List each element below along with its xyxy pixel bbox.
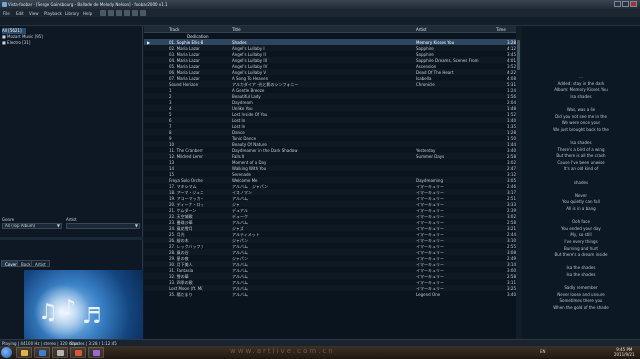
status-bar: Playing | 44100 Hz | stereo | 320 kbps S… [0,339,640,346]
cell-title: アルバム [232,292,248,297]
genre-select[interactable]: All (Top Album) ▼ [2,223,62,229]
lyrics-panel: ... Added: stay in the dark Album: Memory … [522,26,640,339]
tray-language[interactable]: EN [540,349,546,354]
lyric-line: There's a bird of a wing [557,146,605,152]
playlist-view: Track Title Artist Time Dedication ▶ 01. … [144,26,521,339]
lyric-line: Did you not see me in the [555,113,607,119]
watermark: www.artlive.com.cn [230,347,335,355]
lyric-line: All is in a bang [566,206,596,211]
taskbar-app-media[interactable] [70,347,86,358]
lyric-line: shades [573,179,589,185]
lyric-line: ... [579,74,583,79]
lyric-line: We just brought back to the [553,126,609,132]
column-time[interactable]: Time [496,27,506,32]
tab-artist[interactable]: Artist [31,260,50,267]
lyric-line: Never loose and unsure [557,291,605,297]
artist-label: Artist [66,217,77,222]
lyric-line: Added: stay in the dark [557,80,605,86]
chevron-down-icon: ▼ [56,223,60,228]
filter-panel: Genre Artist All (Top Album) ▼ ▼ [0,215,143,237]
lyric-line: Sometimes there you [559,298,603,304]
lyric-line: Ooh face [572,219,590,225]
lyric-line: You quietly can fall [562,199,600,205]
lyric-line: Burning and hurt [564,245,598,251]
lyric-line: Isa shades [570,93,592,99]
menu-help[interactable]: Help [83,11,92,16]
playlist-scrollbar[interactable] [516,26,521,339]
cell-artist: Legend One [416,292,441,297]
chevron-down-icon: ▼ [134,223,138,228]
start-button[interactable] [1,347,12,358]
lyric-line: Sadly remember [564,285,598,291]
menu-view[interactable]: View [29,11,39,16]
next-icon[interactable] [132,10,138,16]
minimize-button[interactable] [614,1,621,7]
lyric-line: Was, was a lie [566,107,596,112]
column-track[interactable]: Track [169,27,179,32]
taskbar-app-browser[interactable] [34,347,50,358]
column-title[interactable]: Title [232,27,241,32]
lyric-line: Isa the shades [566,265,596,271]
lyric-line: My, so still [570,232,592,238]
library-tree: All [5621] ■ Mozart Music [95] ■ Electro… [0,26,143,214]
lyric-line: You ended your day [561,225,601,231]
lyric-line: Album: Memory Kisses You [554,87,608,93]
library-item[interactable]: ■ Electro [31] [2,40,30,46]
lyric-line: But there is all the crash [556,153,606,159]
menu-library[interactable]: Library [65,11,79,16]
lyric-line: Isa shades [570,140,592,145]
cell-time: 3:40 [507,292,516,297]
previous-icon[interactable] [124,10,130,16]
menu-playback[interactable]: Playback [44,11,62,16]
foobar-app-icon [2,2,7,7]
pause-icon[interactable] [116,10,122,16]
cell-track: 35. 陽だまり [169,292,193,297]
artist-select[interactable]: ▼ [66,223,140,229]
taskbar-app-player[interactable] [88,347,104,358]
lyric-line: We were once your [561,120,601,126]
panel-splitter[interactable] [0,237,143,240]
left-panel: All [5621] ■ Mozart Music [95] ■ Electro… [0,26,143,356]
lyric-line: I've every things [564,239,598,244]
lyric-line: When the gold of the shade [553,305,609,310]
menu-bar: File Edit View Playback Library Help [0,9,640,17]
taskbar-app-explorer[interactable] [16,347,32,358]
tray-clock[interactable]: 9:45 PM 2011/9/21 [614,347,635,357]
random-icon[interactable] [140,10,146,16]
music-note-icon: ♬ [82,304,102,329]
stop-icon[interactable] [100,10,106,16]
lyric-line: Isa the shades [566,272,596,277]
close-button[interactable] [630,1,637,7]
scrollbar-thumb[interactable] [517,40,520,70]
music-note-icon: ♫ [38,300,58,325]
maximize-button[interactable] [622,1,629,7]
menu-file[interactable]: File [3,11,10,16]
menu-edit[interactable]: Edit [16,11,24,16]
playlist-row[interactable]: 35. 陽だまり アルバム Legend One 3:40 [144,291,521,297]
lyric-line: But there's a dream inside [554,252,608,258]
music-note-icon: ♪ [62,296,77,321]
lyric-line: Cause I've been unwise [557,159,605,165]
window-titlebar: Vista-foobar · [Serge Gainsbourg - Balla… [0,0,640,9]
lyric-line: It's an old kind of [563,166,599,172]
window-title: Vista-foobar · [Serge Gainsbourg - Balla… [8,2,168,7]
taskbar-app-foobar[interactable] [52,347,68,358]
playlist-header: Track Title Artist Time [144,26,521,33]
art-tabs: Cover Back Artist [0,259,143,268]
lyric-line: Never [575,192,587,198]
column-artist[interactable]: Artist [416,27,427,32]
seek-toolbar[interactable] [0,17,640,26]
play-icon[interactable] [108,10,114,16]
genre-label: Genre [2,217,15,222]
